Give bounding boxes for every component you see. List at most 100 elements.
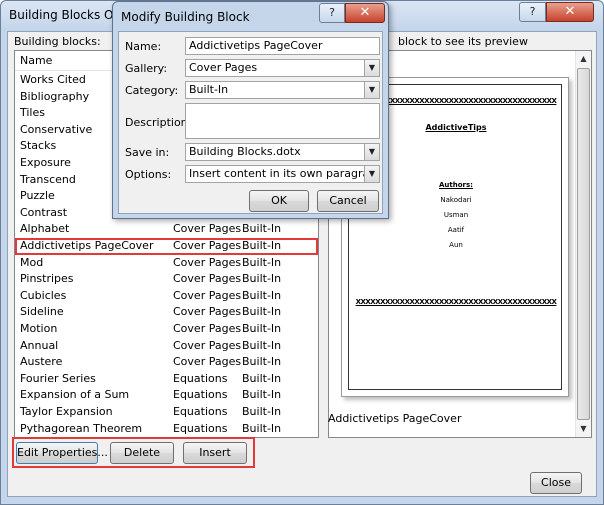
table-row[interactable]: Mod Cover Pages Built-In — [15, 255, 318, 272]
table-row[interactable]: Annual Cover Pages Built-In — [15, 338, 318, 355]
row-category: Built-In — [242, 288, 282, 302]
name-field[interactable]: Addictivetips PageCover — [185, 37, 380, 55]
table-row[interactable]: Fourier Series Equations Built-In — [15, 371, 318, 388]
row-name: Mod — [20, 255, 44, 269]
row-gallery: Cover Pages — [173, 255, 242, 269]
chevron-down-icon[interactable]: ▼ — [364, 166, 379, 182]
row-gallery: Cover Pages — [173, 239, 242, 252]
preview-caption: Addictivetips PageCover — [328, 412, 462, 425]
row-name: Addictivetips PageCover — [20, 239, 154, 252]
preview-hint-label: block to see its preview — [398, 35, 528, 48]
table-row[interactable]: Taylor Expansion Equations Built-In — [15, 404, 318, 421]
table-row[interactable]: Cubicles Cover Pages Built-In — [15, 288, 318, 305]
row-name: Exposure — [20, 156, 71, 169]
row-category: Built-In — [242, 322, 282, 335]
row-category: Built-In — [242, 405, 282, 418]
options-label: Options: — [125, 168, 172, 181]
table-row[interactable]: Pinstripes Cover Pages Built-In — [15, 271, 318, 288]
row-name: Tiles — [20, 106, 45, 120]
help-icon: ? — [329, 6, 335, 19]
row-name: Fourier Series — [20, 371, 96, 385]
insert-button[interactable]: Insert — [183, 442, 247, 464]
row-gallery: Cover Pages — [173, 272, 242, 286]
table-row[interactable]: Alphabet Cover Pages Built-In — [15, 221, 318, 238]
row-name: Pinstripes — [20, 272, 74, 286]
help-icon: ? — [529, 5, 536, 18]
chevron-down-icon[interactable]: ▼ — [364, 82, 379, 98]
row-name: Conservative — [20, 122, 93, 136]
category-select[interactable]: Built-In ▼ — [185, 81, 380, 99]
preview-bottom-line: XXXXXXXXXXXXXXXXXXXXXXXXXXXXXXXXXXXXXXXX… — [355, 298, 557, 306]
row-gallery: Equations — [173, 405, 228, 418]
row-category: Built-In — [242, 222, 282, 236]
dialog-client-area: Name: Addictivetips PageCover Gallery: C… — [118, 31, 383, 214]
chevron-down-icon[interactable]: ▼ — [364, 144, 379, 160]
column-header-name[interactable]: Name — [20, 54, 52, 67]
gallery-select[interactable]: Cover Pages ▼ — [185, 59, 380, 77]
category-label: Category: — [125, 84, 179, 97]
cancel-button[interactable]: Cancel — [317, 190, 379, 212]
preview-author: Aun — [449, 241, 463, 249]
table-row[interactable]: Expansion of a Sum Equations Built-In — [15, 387, 318, 404]
dialog-help-button[interactable]: ? — [319, 3, 345, 23]
options-value: Insert content in its own paragraph — [189, 167, 380, 180]
row-name: Expansion of a Sum — [20, 388, 130, 402]
window-close-button[interactable]: ✕ — [546, 2, 594, 22]
row-category: Built-In — [242, 255, 282, 269]
row-category: Built-In — [242, 421, 282, 435]
row-name: Pythagorean Theorem — [20, 421, 143, 435]
table-row[interactable]: Addictivetips PageCover Cover Pages Built-… — [15, 238, 318, 255]
save-in-label: Save in: — [125, 146, 170, 159]
chevron-down-icon[interactable]: ▼ — [364, 60, 379, 76]
row-name: Taylor Expansion — [20, 405, 113, 418]
dialog-close-button[interactable]: ✕ — [345, 3, 385, 23]
category-value: Built-In — [189, 83, 229, 96]
help-button[interactable]: ? — [519, 2, 546, 22]
row-gallery: Equations — [173, 421, 228, 435]
save-in-select[interactable]: Building Blocks.dotx ▼ — [185, 143, 380, 161]
table-row[interactable]: Motion Cover Pages Built-In — [15, 321, 318, 338]
row-category: Built-In — [242, 388, 282, 402]
description-field[interactable] — [185, 103, 380, 139]
edit-properties-button[interactable]: Edit Properties... — [16, 442, 108, 464]
scroll-up-icon[interactable]: ▲ — [576, 51, 591, 67]
scroll-down-icon[interactable]: ▼ — [576, 421, 591, 437]
row-category: Built-In — [242, 239, 282, 252]
row-name: Puzzle — [20, 189, 55, 203]
table-row[interactable]: Pythagorean Theorem Equations Built-In — [15, 421, 318, 437]
row-category: Built-In — [242, 305, 282, 319]
description-label: Description: — [125, 116, 192, 129]
name-label: Name: — [125, 40, 162, 53]
row-gallery: Cover Pages — [173, 355, 242, 369]
close-icon: ✕ — [564, 4, 576, 19]
row-name: Cubicles — [20, 288, 67, 302]
gallery-value: Cover Pages — [189, 61, 258, 74]
close-icon: ✕ — [359, 5, 371, 20]
row-name: Bibliography — [20, 89, 90, 103]
gallery-label: Gallery: — [125, 62, 168, 75]
ok-button[interactable]: OK — [249, 190, 309, 212]
options-select[interactable]: Insert content in its own paragraph ▼ — [185, 165, 380, 183]
close-button[interactable]: Close — [530, 472, 582, 494]
row-gallery: Equations — [173, 388, 228, 402]
table-row[interactable]: Sideline Cover Pages Built-In — [15, 304, 318, 321]
row-gallery: Cover Pages — [173, 322, 242, 335]
delete-button[interactable]: Delete — [110, 442, 174, 464]
row-category: Built-In — [242, 355, 282, 369]
row-gallery: Cover Pages — [173, 222, 242, 236]
row-gallery: Cover Pages — [173, 288, 242, 302]
row-name: Annual — [20, 338, 59, 352]
preview-scrollbar[interactable]: ▲ ▼ — [575, 51, 591, 437]
row-name: Contrast — [20, 205, 68, 219]
scroll-thumb[interactable] — [577, 68, 590, 420]
row-name: Austere — [20, 355, 63, 369]
row-name: Works Cited — [20, 73, 86, 86]
row-category: Built-In — [242, 338, 282, 352]
row-category: Built-In — [242, 272, 282, 286]
row-name: Sideline — [20, 305, 64, 319]
row-name: Motion — [20, 322, 58, 335]
building-blocks-label: Building blocks: — [14, 35, 101, 48]
row-name: Transcend — [20, 172, 76, 186]
row-name: Stacks — [20, 139, 57, 153]
table-row[interactable]: Austere Cover Pages Built-In — [15, 354, 318, 371]
